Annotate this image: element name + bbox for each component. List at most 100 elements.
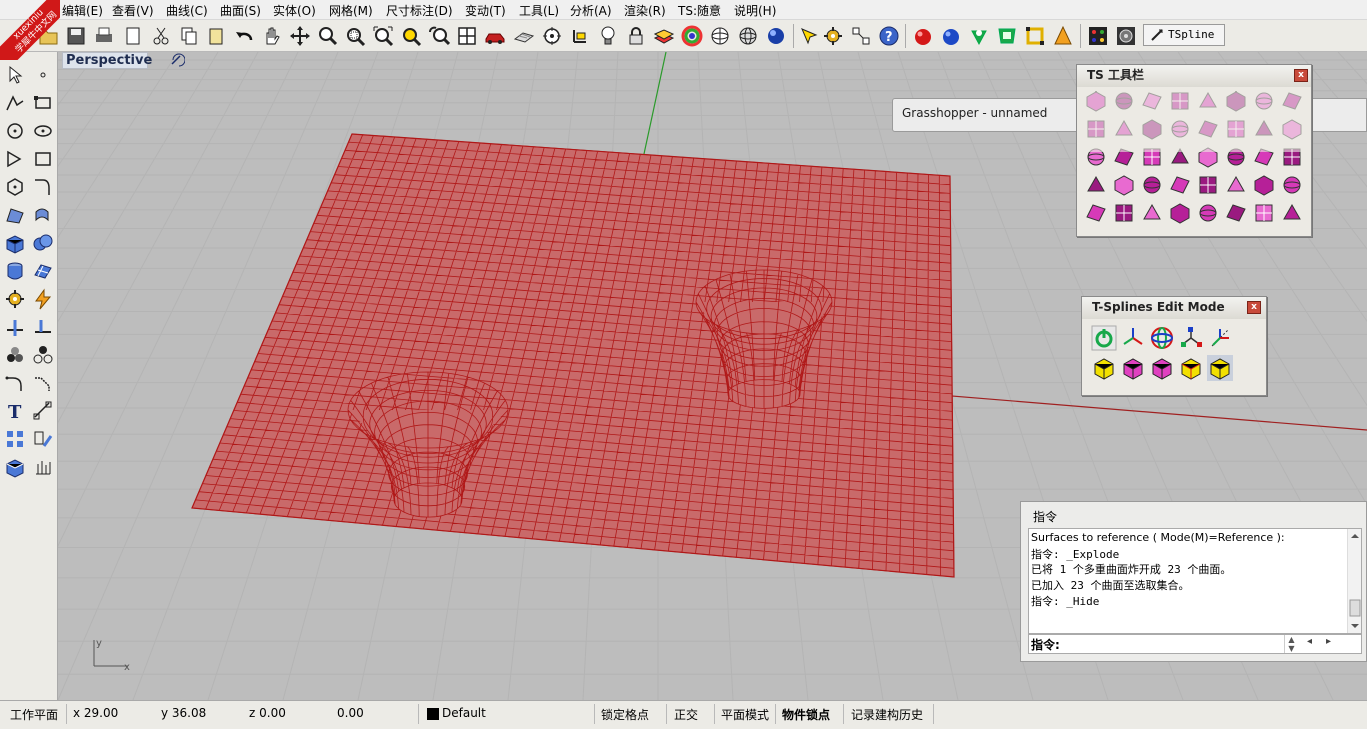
ts-rotate-icon[interactable] [1196,201,1220,225]
menu-view[interactable]: 查看(V) [112,2,154,19]
undo-view-icon[interactable] [428,25,450,47]
ts-repair-icon[interactable] [1280,201,1304,225]
menu-tspline[interactable]: TS:随意 [678,2,721,19]
ts-toolbar-close-icon[interactable]: x [1294,69,1308,82]
mesh-icon[interactable] [32,260,54,282]
menu-transform[interactable]: 变动(T) [465,2,506,19]
gumball-manipulator-icon[interactable] [1120,325,1146,351]
command-spinner[interactable]: ▲ ▼ [1284,635,1298,653]
ts-match-icon[interactable] [1168,173,1192,197]
status-record-history[interactable]: 记录建构历史 [851,706,923,723]
text-icon[interactable]: T [4,400,26,422]
boolean-union-icon[interactable] [32,232,54,254]
layer-icon[interactable] [653,25,675,47]
polygon-icon[interactable] [4,176,26,198]
color-wheel-icon[interactable] [681,25,703,47]
ts-fill-hole-icon[interactable] [1084,173,1108,197]
gumball-icon[interactable] [569,25,591,47]
ts-unweld-icon[interactable] [1252,173,1276,197]
ts-smooth-icon[interactable] [1252,201,1276,225]
green-shield-icon[interactable] [996,25,1018,47]
red-sphere-icon[interactable] [912,25,934,47]
surface-from-points-icon[interactable] [4,204,26,226]
green-sphere-icon[interactable] [968,25,990,47]
dimension-icon[interactable] [32,400,54,422]
gear-transform-icon[interactable] [4,288,26,310]
yellow-frame-icon[interactable] [1024,25,1046,47]
undo-icon[interactable] [233,25,255,47]
select-edge-icon[interactable] [1120,355,1146,381]
light-bulb-icon[interactable] [597,25,619,47]
pen-pick-icon[interactable] [798,25,820,47]
split-icon[interactable] [32,316,54,338]
command-history[interactable]: Surfaces to reference ( Mode(M)=Referenc… [1028,528,1362,634]
select-object-icon[interactable] [1178,355,1204,381]
menu-render[interactable]: 渲染(R) [624,2,666,19]
menu-edit[interactable]: 编辑(E) [62,2,103,19]
menu-solid[interactable]: 实体(O) [273,2,316,19]
menu-dimension[interactable]: 尺寸标注(D) [386,2,453,19]
chamfer-curve-icon[interactable] [32,372,54,394]
rectangle-icon[interactable] [32,92,54,114]
edit-mode-close-icon[interactable]: x [1247,301,1261,314]
menu-curve[interactable]: 曲线(C) [166,2,208,19]
solid-box-icon[interactable] [4,456,26,478]
curve-icon[interactable] [32,176,54,198]
rendered-display-icon[interactable] [765,25,787,47]
status-layer[interactable]: Default [442,706,486,720]
ungroup-icon[interactable] [32,344,54,366]
lightning-icon[interactable] [32,288,54,310]
trim-icon[interactable] [4,316,26,338]
ts-toolbar-title[interactable]: TS 工具栏 [1077,65,1311,87]
array-grid-icon[interactable] [4,428,26,450]
viewport-title-tab[interactable]: Perspective [62,52,152,69]
lock-icon[interactable] [625,25,647,47]
circle-icon[interactable] [4,120,26,142]
ts-symmetry-icon[interactable] [1280,173,1304,197]
extrude-curve-icon[interactable] [32,204,54,226]
ts-gear-icon[interactable] [1224,201,1248,225]
shaded-display-icon[interactable] [737,25,759,47]
select-arrow-icon[interactable] [4,64,26,86]
ts-target-icon[interactable] [1112,201,1136,225]
cut-icon[interactable] [150,25,172,47]
ts-rebuild-icon[interactable] [1084,201,1108,225]
rotate-manipulator-icon[interactable] [1149,325,1175,351]
rectangle-tool-icon[interactable] [32,148,54,170]
arc-icon[interactable] [4,148,26,170]
menu-analyze[interactable]: 分析(A) [570,2,612,19]
status-cplane[interactable]: 工作平面 [10,706,58,723]
select-vertex-icon[interactable] [1091,355,1117,381]
rotate-view-icon[interactable] [289,25,311,47]
tspline-button[interactable]: TSpline [1143,24,1225,46]
point-icon[interactable] [32,64,54,86]
viewport-menu-arrow-icon[interactable] [169,52,185,68]
status-planar[interactable]: 平面模式 [721,706,769,723]
copy-icon[interactable] [178,25,200,47]
polyline-icon[interactable] [4,92,26,114]
status-ortho[interactable]: 正交 [674,706,698,723]
status-grid-snap[interactable]: 锁定格点 [601,706,649,723]
four-viewports-icon[interactable] [456,25,478,47]
new-doc-icon[interactable] [122,25,144,47]
command-input[interactable]: 指令: ▲ ▼ ◂▸ [1028,634,1362,654]
cylinder-icon[interactable] [4,260,26,282]
paste-icon[interactable] [205,25,227,47]
array-icon[interactable] [850,25,872,47]
ts-twist-icon[interactable] [1140,201,1164,225]
render-grid-icon[interactable] [1087,25,1109,47]
edit-mode-title[interactable]: T-Splines Edit Mode [1082,297,1266,319]
wireframe-display-icon[interactable] [709,25,731,47]
box-icon[interactable] [4,232,26,254]
options-gear-icon[interactable] [822,25,844,47]
zoom-extents-icon[interactable] [372,25,394,47]
command-history-scrollbar[interactable] [1347,529,1361,633]
zoom-selected-icon[interactable] [400,25,422,47]
world-manipulator-icon[interactable] [1207,325,1233,351]
zoom-window-icon[interactable] [344,25,366,47]
ts-cage-icon[interactable] [1168,201,1192,225]
car-named-view-icon[interactable] [484,25,506,47]
status-osnap[interactable]: 物件锁点 [782,706,830,723]
menu-mesh[interactable]: 网格(M) [329,2,373,19]
osnap-icon[interactable] [541,25,563,47]
